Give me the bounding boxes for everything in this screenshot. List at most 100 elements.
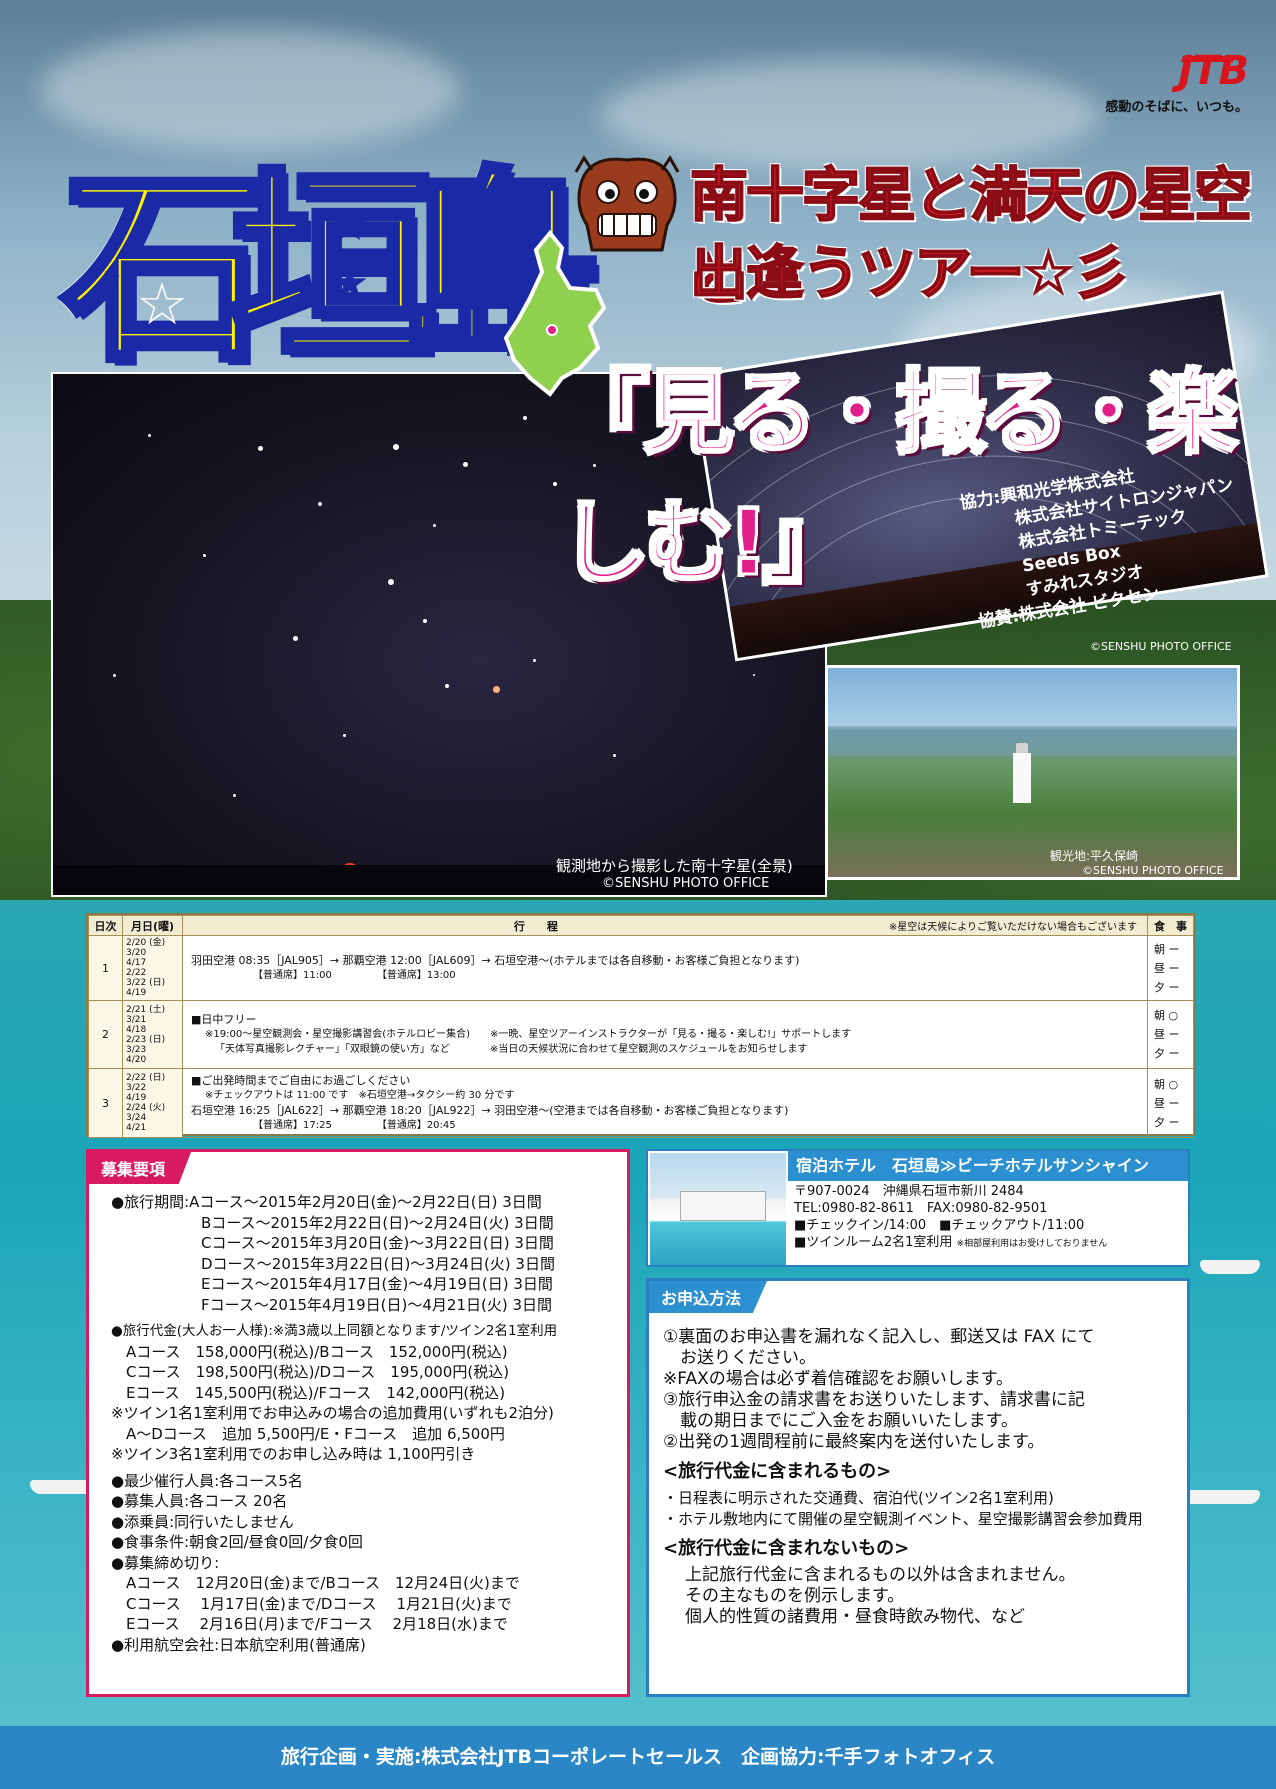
date: 4/20 bbox=[126, 1054, 147, 1065]
hirakubo-cape-photo bbox=[825, 665, 1240, 880]
apply-step: ③旅行申込金の請求書をお送りいたします、請求書に記 bbox=[663, 1390, 1085, 1410]
star bbox=[493, 686, 500, 693]
recruit-line: Cコース 1月17日(金)まで/Dコース 1月21日(火)まで bbox=[111, 1594, 512, 1613]
recruit-line: ●添乗員:同行いたしません bbox=[111, 1512, 294, 1531]
date: 4/17 bbox=[126, 958, 147, 968]
star bbox=[203, 554, 206, 557]
star bbox=[423, 619, 427, 623]
date: 2/22 bbox=[126, 968, 147, 978]
trail-photo-credit: ©SENSHU PHOTO OFFICE bbox=[1090, 640, 1232, 653]
application-body: ①裏面のお申込書を漏れなく記入し、郵送又は FAX にて お送りください。 ※F… bbox=[663, 1327, 1183, 1628]
boat bbox=[1180, 1490, 1260, 1504]
hotel-room-note: ※相部屋利用はお受けしておりません bbox=[956, 1239, 1108, 1249]
dates-cell: 2/22 (日) 3/22 4/19 2/24 (火) 3/24 4/21 bbox=[122, 1068, 183, 1138]
recruit-line: Cコース～2015年3月20日(金)～3月22日(日) 3日間 bbox=[111, 1234, 554, 1252]
plan-line: 【普通席】17:25 【普通席】20:45 bbox=[253, 1120, 456, 1131]
star bbox=[293, 636, 298, 641]
recruit-line: ●利用航空会社:日本航空利用(普通席) bbox=[111, 1635, 366, 1654]
hotel-checkin: ■チェックイン/14:00 ■チェックアウト/11:00 bbox=[794, 1218, 1085, 1233]
hotel-building bbox=[680, 1191, 766, 1221]
recruit-line: Fコース～2015年4月19日(日)～4月21日(火) 3日間 bbox=[111, 1295, 553, 1314]
logo-accent-bar bbox=[1180, 56, 1236, 62]
star bbox=[113, 674, 116, 677]
hotel-phone: TEL:0980-82-8611 FAX:0980-82-9501 bbox=[794, 1201, 1048, 1216]
star bbox=[553, 482, 557, 486]
included-item: ・ホテル敷地内にて開催の星空観測イベント、星空撮影講習会参加費用 bbox=[663, 1510, 1143, 1528]
plan-cell: 羽田空港 08:35［JAL905］→ 那覇空港 12:00［JAL609］→ … bbox=[182, 935, 1148, 1001]
excluded-heading: <旅行代金に含まれないもの> bbox=[663, 1538, 910, 1559]
meal: 夕 ー bbox=[1154, 1115, 1180, 1129]
title-star-icon: ★ bbox=[330, 200, 370, 251]
title-star-icon: ☆ bbox=[136, 270, 188, 338]
meal-cell: 朝 ○ 昼 ー 夕 ー bbox=[1147, 1000, 1194, 1069]
hotel-photo bbox=[650, 1153, 786, 1265]
excluded-item: 個人的性質の諸費用・昼食時飲み物代、など bbox=[685, 1607, 1025, 1627]
hotel-address: 〒907-0024 沖縄県石垣市新川 2484 bbox=[794, 1184, 1024, 1199]
meal: 朝 ○ bbox=[1154, 1009, 1179, 1022]
date: 3/21 bbox=[126, 1014, 147, 1025]
recruit-line: Eコース 145,500円(税込)/Fコース 142,000円(税込) bbox=[111, 1383, 506, 1402]
jtb-logo-text: JTB bbox=[1178, 48, 1249, 94]
jtb-tagline: 感動のそばに、いつも。 bbox=[1105, 100, 1248, 115]
star bbox=[433, 524, 436, 527]
shisa-icon bbox=[574, 155, 680, 252]
star bbox=[753, 674, 755, 676]
plan-line: 【普通席】11:00 【普通席】13:00 bbox=[253, 970, 456, 981]
title-star-icon: ★ bbox=[330, 258, 370, 309]
date: 3/23 bbox=[126, 1044, 147, 1055]
recruit-line: Eコース～2015年4月17日(金)～4月19日(日) 3日間 bbox=[111, 1275, 553, 1293]
date: 2/20 (金) bbox=[126, 938, 166, 948]
recruit-line: Cコース 198,500円(税込)/Dコース 195,000円(税込) bbox=[111, 1363, 510, 1381]
included-item: ・日程表に明示された交通費、宿泊代(ツイン2名1室利用) bbox=[663, 1489, 1054, 1507]
meal: 夕 ー bbox=[1154, 980, 1180, 994]
boat bbox=[1200, 1260, 1260, 1274]
header-meal: 食 事 bbox=[1147, 915, 1194, 936]
header-note: ※星空は天候によりご覧いただけない場合もございます bbox=[888, 921, 1137, 933]
cape-photo-caption: 観光地:平久保崎 bbox=[1050, 849, 1139, 863]
recruit-line: Bコース～2015年2月22日(日)～2月24日(火) 3日間 bbox=[111, 1213, 554, 1232]
star bbox=[343, 734, 346, 737]
date: 3/22 (日) bbox=[126, 978, 166, 988]
header-day: 日次 bbox=[88, 915, 123, 936]
hotel-info-box: 宿泊ホテル 石垣島≫ビーチホテルサンシャイン 〒907-0024 沖縄県石垣市新… bbox=[646, 1149, 1190, 1267]
meal: 朝 ○ bbox=[1154, 1077, 1179, 1091]
star bbox=[393, 444, 399, 450]
plan-line: 羽田空港 08:35［JAL905］→ 那覇空港 12:00［JAL609］→ … bbox=[191, 954, 800, 967]
included-heading: <旅行代金に含まれるもの> bbox=[663, 1461, 892, 1482]
plan-line: 「天体写真撮影レクチャー」「双眼鏡の使い方」など ※当日の天候状況に合わせて星空… bbox=[215, 1044, 808, 1055]
recruit-line: ●募集締め切り: bbox=[111, 1553, 220, 1572]
recruit-line: Aコース 158,000円(税込)/Bコース 152,000円(税込) bbox=[111, 1342, 508, 1361]
plan-line: ■日中フリー bbox=[191, 1013, 257, 1026]
recruitment-body: ●旅行期間:Aコース～2015年2月20日(金)～2月22日(日) 3日間 Bコ… bbox=[111, 1192, 621, 1655]
date: 2/24 (火) bbox=[126, 1103, 166, 1113]
table-row: 2 2/21 (土) 3/21 4/18 2/23 (日) 3/23 4/20 … bbox=[88, 1000, 1194, 1069]
header-plan-label: 行 程 bbox=[513, 919, 558, 933]
day-number: 3 bbox=[88, 1068, 123, 1138]
meal: 昼 ー bbox=[1154, 961, 1180, 975]
recruit-line: ●募集人員:各コース 20名 bbox=[111, 1492, 288, 1510]
recruitment-title: 募集要項 bbox=[89, 1152, 192, 1184]
day-number: 2 bbox=[88, 1000, 123, 1069]
recruit-line: ※ツイン3名1室利用でのお申し込み時は 1,100円引き bbox=[111, 1445, 476, 1463]
recruit-line: ●最少催行人員:各コース5名 bbox=[111, 1471, 303, 1490]
hotel-room: ■ツインルーム2名1室利用 ※相部屋利用はお受けしておりません bbox=[794, 1234, 1188, 1253]
star bbox=[463, 462, 468, 467]
table-row: 1 2/20 (金) 3/20 4/17 2/22 3/22 (日) 4/19 … bbox=[88, 935, 1194, 1001]
star bbox=[388, 579, 394, 585]
application-title: お申込方法 bbox=[649, 1281, 768, 1313]
recruit-line: ●旅行代金(大人お一人様):※満3歳以上同額となります/ツイン2名1室利用 bbox=[111, 1323, 558, 1339]
table-row: 3 2/22 (日) 3/22 4/19 2/24 (火) 3/24 4/21 … bbox=[88, 1068, 1194, 1138]
date: 4/18 bbox=[126, 1024, 147, 1035]
recruit-line: A～Dコース 追加 5,500円/E・Fコース 追加 6,500円 bbox=[111, 1424, 505, 1443]
date: 3/20 bbox=[126, 948, 147, 958]
recruit-line: ●旅行期間:Aコース～2015年2月20日(金)～2月22日(日) 3日間 bbox=[111, 1193, 542, 1211]
lighthouse bbox=[1013, 753, 1031, 803]
meal: 昼 ー bbox=[1154, 1096, 1180, 1110]
recruit-line: Dコース～2015年3月22日(日)～3月24日(火) 3日間 bbox=[111, 1254, 555, 1273]
day-number: 1 bbox=[88, 935, 123, 1001]
date: 4/19 bbox=[126, 988, 147, 998]
footer-organizer: 旅行企画・実施:株式会社JTBコーポレートセールス 企画協力:千手フォトオフィス bbox=[0, 1726, 1276, 1789]
recruit-line: Eコース 2月16日(月)まで/Fコース 2月18日(水)まで bbox=[111, 1615, 508, 1633]
star bbox=[533, 659, 536, 662]
plan-line: ※19:00～星空観測会・星空撮影講習会(ホテルロビー集合) ※一晩、星空ツアー… bbox=[205, 1029, 852, 1040]
